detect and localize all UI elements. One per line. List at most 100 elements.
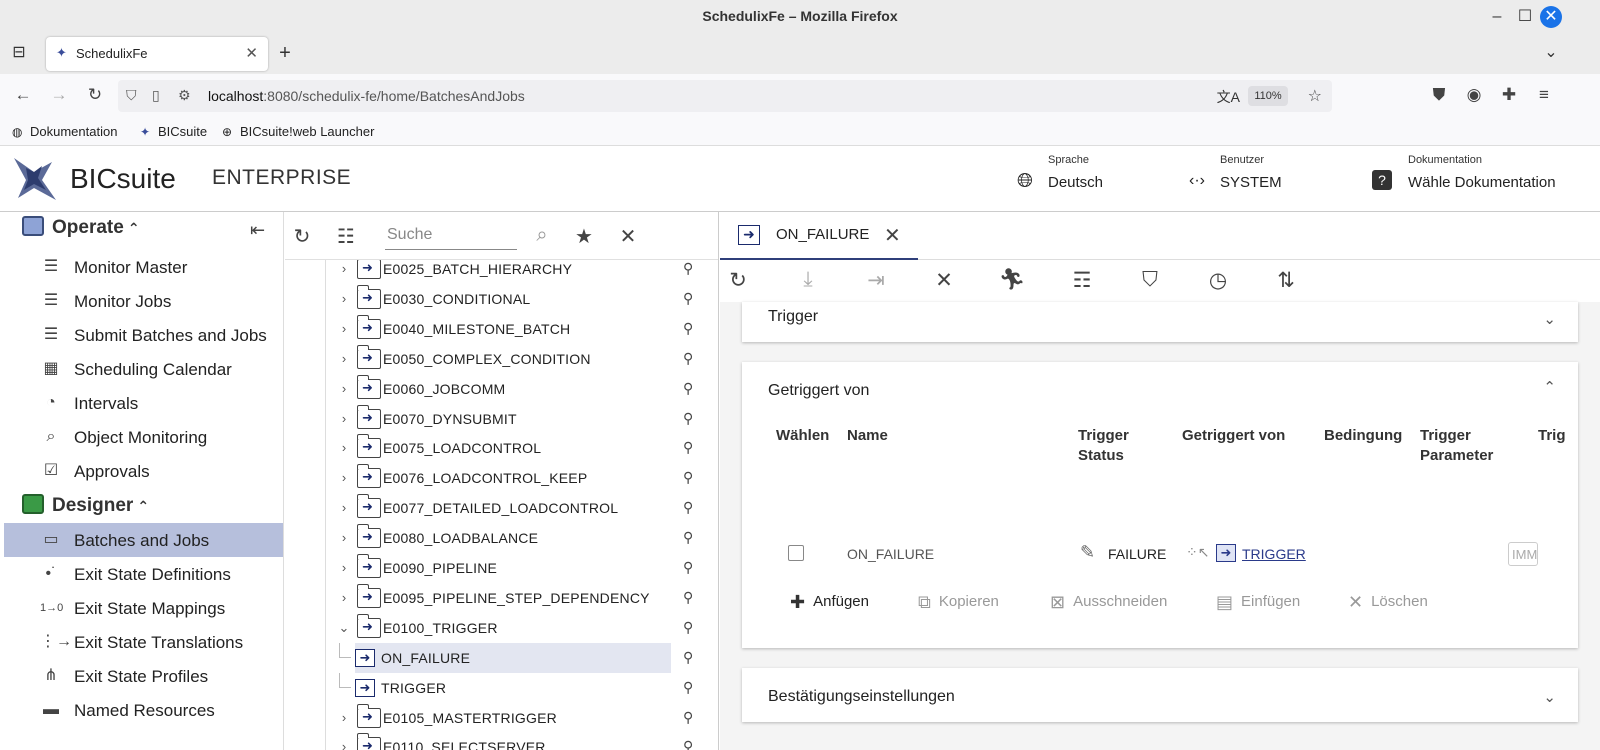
section-operate[interactable]: Operate ⌃	[22, 216, 140, 250]
pin-icon[interactable]: ⚲	[683, 469, 693, 486]
documentation-selector[interactable]: ? Dokumentation Wähle Dokumentation	[1372, 154, 1572, 204]
sidebar-item-intervals[interactable]: ◔ Intervals	[4, 386, 283, 420]
language-selector[interactable]: 🌐︎ Sprache Deutsch	[1012, 154, 1152, 204]
delete-button[interactable]: ✕ Löschen	[1348, 592, 1428, 613]
tree-row[interactable]: › ➜ E0105_MASTERTRIGGER ⚲	[333, 703, 713, 733]
url-text[interactable]: localhost:8080/schedulix-fe/home/Batches…	[208, 88, 525, 104]
close-window-icon[interactable]: ✕	[1540, 6, 1562, 28]
zoom-level[interactable]: 110%	[1248, 86, 1288, 106]
tree-row[interactable]: ➜ ON_FAILURE ⚲	[333, 642, 713, 673]
pin-icon[interactable]: ⚲	[683, 559, 693, 576]
pin-icon[interactable]: ⚲	[683, 738, 693, 750]
sidebar-item-approvals[interactable]: ☑ Approvals	[4, 454, 283, 488]
sidebar-item-submit[interactable]: ☰ Submit Batches and Jobs	[4, 318, 283, 352]
chevron-right-icon[interactable]: ›	[337, 560, 351, 575]
list-all-tabs-icon[interactable]: ⌄	[1540, 42, 1562, 64]
user-selector[interactable]: ‹·› Benutzer SYSTEM	[1184, 154, 1324, 204]
pocket-icon[interactable]: ⛊	[1428, 85, 1450, 105]
chevron-right-icon[interactable]: ›	[337, 440, 351, 455]
tree-row[interactable]: ➜ TRIGGER ⚲	[333, 672, 713, 703]
pin-icon[interactable]: ⚲	[683, 290, 693, 307]
forward-icon[interactable]: →	[48, 85, 70, 105]
chevron-right-icon[interactable]: ›	[337, 530, 351, 545]
schedule-icon[interactable]: ◷	[1204, 268, 1232, 293]
tree-row[interactable]: › ➜ E0077_DETAILED_LOADCONTROL ⚲	[333, 493, 713, 523]
chevron-right-icon[interactable]: ›	[337, 411, 351, 426]
save-close-icon[interactable]: ⇥	[862, 268, 890, 293]
copy-button[interactable]: ⧉ Kopieren	[918, 592, 999, 613]
chevron-down-icon[interactable]: ⌄	[1543, 688, 1556, 706]
pin-icon[interactable]: ⚲	[683, 679, 693, 696]
search-input[interactable]: Suche	[385, 222, 517, 250]
table-row[interactable]: ON_FAILURE ✎ FAILURE ⁘↖ ➜ TRIGGER IMM	[742, 540, 1578, 574]
edit-pencil-icon[interactable]: ✎	[1080, 542, 1095, 563]
pin-icon[interactable]: ⚲	[683, 649, 693, 666]
chevron-right-icon[interactable]: ›	[337, 261, 351, 276]
pin-icon[interactable]: ⚲	[683, 350, 693, 367]
shield-play-icon[interactable]: ⛉	[1136, 268, 1164, 292]
chevron-right-icon[interactable]: ›	[337, 470, 351, 485]
append-button[interactable]: ✚ Anfügen	[790, 592, 869, 613]
close-tab-icon[interactable]: ✕	[245, 44, 258, 62]
tree-row[interactable]: › ➜ E0050_COMPLEX_CONDITION ⚲	[333, 344, 713, 374]
pin-icon[interactable]: ⚲	[683, 709, 693, 726]
paste-button[interactable]: ▤ Einfügen	[1216, 592, 1300, 613]
pin-icon[interactable]: ⚲	[683, 589, 693, 606]
reload-icon[interactable]: ↻	[84, 85, 106, 105]
menu-icon[interactable]: ≡	[1533, 85, 1555, 105]
tree-row[interactable]: › ➜ E0030_CONDITIONAL ⚲	[333, 284, 713, 314]
pin-icon[interactable]: ⚲	[683, 320, 693, 337]
select-checkbox[interactable]	[788, 545, 804, 561]
tree-row[interactable]: › ➜ E0090_PIPELINE ⚲	[333, 553, 713, 583]
minimize-icon[interactable]: –	[1486, 6, 1508, 28]
chevron-right-icon[interactable]: ›	[337, 351, 351, 366]
browser-tab[interactable]: ✦ SchedulixFe ✕	[46, 37, 268, 71]
search-icon[interactable]: ⌕	[529, 224, 555, 247]
pin-icon[interactable]: ⚲	[683, 260, 693, 277]
monitor-icon[interactable]: ☶	[1068, 268, 1096, 293]
tree-row[interactable]: › ➜ E0040_MILESTONE_BATCH ⚲	[333, 314, 713, 344]
sidebar-item-monitor-jobs[interactable]: ☰ Monitor Jobs	[4, 284, 283, 318]
sidebar-item-monitor-master[interactable]: ☰ Monitor Master	[4, 250, 283, 284]
refresh-icon[interactable]: ↻	[289, 224, 315, 249]
tab-on-failure[interactable]: ➜ ON_FAILURE ✕	[720, 212, 918, 260]
extensions-icon[interactable]: ✚	[1498, 85, 1520, 105]
tree-row[interactable]: › ➜ E0070_DYNSUBMIT ⚲	[333, 404, 713, 434]
favorites-star-icon[interactable]: ★	[571, 224, 597, 249]
tree-row[interactable]: › ➜ E0076_LOADCONTROL_KEEP ⚲	[333, 463, 713, 493]
tree-row[interactable]: › ➜ E0075_LOADCONTROL ⚲	[333, 433, 713, 463]
permissions-icon[interactable]: ⚙	[178, 87, 191, 104]
chevron-right-icon[interactable]: ›	[337, 739, 351, 750]
chevron-down-icon[interactable]: ⌄	[337, 620, 351, 636]
pin-icon[interactable]: ⚲	[683, 499, 693, 516]
chevron-right-icon[interactable]: ›	[337, 590, 351, 605]
back-icon[interactable]: ←	[12, 85, 34, 105]
refresh-icon[interactable]: ↻	[724, 268, 752, 293]
sidebar-item-batches-and-jobs[interactable]: ▭ Batches and Jobs	[4, 523, 283, 557]
translate-icon[interactable]: 文A	[1217, 87, 1240, 107]
shield-icon[interactable]: ⛉	[126, 87, 137, 104]
sidebar-item-exit-state-translations[interactable]: ⋮→ Exit State Translations	[4, 625, 283, 659]
chevron-down-icon[interactable]: ⌄	[1543, 310, 1556, 328]
tab-list-icon[interactable]: ⊟	[8, 42, 30, 64]
chevron-up-icon[interactable]: ⌃	[1543, 378, 1556, 396]
bookmark-dokumentation[interactable]: ◍ Dokumentation	[12, 124, 117, 139]
collapse-sidebar-icon[interactable]: ⇤	[250, 220, 265, 241]
tree-row[interactable]: › ➜ E0080_LOADBALANCE ⚲	[333, 523, 713, 553]
sidebar-item-calendar[interactable]: ▦ Scheduling Calendar	[4, 352, 283, 386]
tree-row[interactable]: › ➜ E0060_JOBCOMM ⚲	[333, 374, 713, 404]
save-icon[interactable]: ⤓	[794, 268, 822, 292]
sort-icon[interactable]: ⇅	[1272, 268, 1300, 293]
triggered-by-link[interactable]: TRIGGER	[1242, 546, 1306, 562]
filter-remove-icon[interactable]: ☷	[333, 224, 359, 249]
new-tab-icon[interactable]: +	[274, 42, 296, 64]
chevron-right-icon[interactable]: ›	[337, 500, 351, 515]
page-icon[interactable]: ▯	[152, 87, 160, 104]
close-tab-icon[interactable]: ✕	[884, 223, 901, 248]
submit-run-icon[interactable]: 🏃︎	[998, 268, 1026, 292]
sidebar-item-exit-state-mappings[interactable]: 1→0 Exit State Mappings	[4, 591, 283, 625]
cut-button[interactable]: ⊠ Ausschneiden	[1050, 592, 1167, 613]
maximize-icon[interactable]: ☐	[1514, 6, 1536, 28]
pin-icon[interactable]: ⚲	[683, 439, 693, 456]
chevron-right-icon[interactable]: ›	[337, 710, 351, 725]
